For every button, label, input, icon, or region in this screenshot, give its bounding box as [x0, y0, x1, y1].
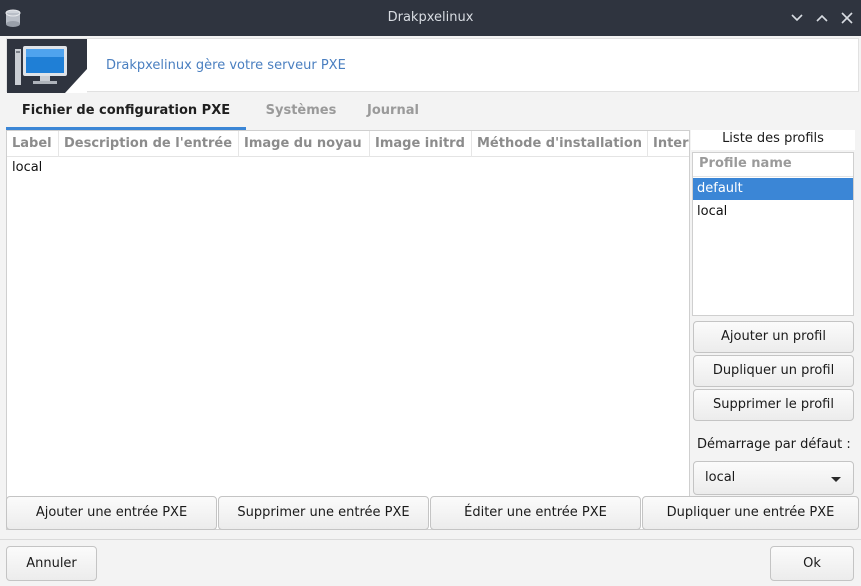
add-profile-button[interactable]: Ajouter un profil: [693, 321, 854, 353]
delete-pxe-entry-button[interactable]: Supprimer une entrée PXE: [218, 496, 429, 530]
header-subtitle: Drakpxelinux gère votre serveur PXE: [106, 58, 346, 73]
cancel-button[interactable]: Annuler: [6, 546, 97, 581]
table-header: Label Description de l'entrée Image du n…: [7, 131, 689, 157]
add-pxe-entry-button[interactable]: Ajouter une entrée PXE: [6, 496, 217, 530]
header-banner: Drakpxelinux gère votre serveur PXE: [6, 38, 859, 93]
default-boot-select[interactable]: local: [693, 461, 854, 495]
default-boot-value: local: [705, 470, 736, 485]
window-title: Drakpxelinux: [387, 10, 474, 25]
profiles-column-header[interactable]: Profile name: [693, 153, 853, 177]
tab-config-pxe[interactable]: Fichier de configuration PXE: [6, 96, 246, 130]
column-header-label[interactable]: Label: [7, 131, 59, 157]
maximize-chevron-icon[interactable]: [813, 9, 831, 27]
default-boot-label: Démarrage par défaut :: [697, 437, 851, 452]
delete-profile-button[interactable]: Supprimer le profil: [693, 389, 854, 421]
ok-button[interactable]: Ok: [770, 546, 854, 581]
computer-monitor-icon: [7, 39, 87, 93]
column-header-install-method[interactable]: Méthode d'installation: [472, 131, 648, 157]
close-icon[interactable]: [838, 9, 856, 27]
column-header-initrd[interactable]: Image initrd: [370, 131, 472, 157]
edit-pxe-entry-button[interactable]: Éditer une entrée PXE: [430, 496, 641, 530]
list-item[interactable]: local: [693, 201, 853, 223]
tab-journal[interactable]: Journal: [358, 96, 428, 130]
minimize-chevron-icon[interactable]: [788, 9, 806, 27]
column-header-description[interactable]: Description de l'entrée: [59, 131, 239, 157]
tab-systemes[interactable]: Systèmes: [258, 96, 344, 130]
list-item[interactable]: default: [693, 178, 853, 200]
duplicate-profile-button[interactable]: Dupliquer un profil: [693, 355, 854, 387]
dropdown-arrow-icon: [831, 477, 841, 482]
pxe-entries-table: Label Description de l'entrée Image du n…: [6, 130, 690, 530]
profiles-label: Liste des profils: [691, 130, 855, 150]
table-row[interactable]: local: [7, 159, 42, 179]
tab-bar: Fichier de configuration PXE Systèmes Jo…: [6, 96, 859, 130]
main-window: Drakpxelinux gère votre serveur PXE Fich…: [0, 36, 861, 586]
footer-separator: [0, 539, 861, 540]
column-header-interface[interactable]: Inter: [648, 131, 689, 157]
column-header-kernel[interactable]: Image du noyau: [239, 131, 370, 157]
profiles-list: Profile name default local: [692, 152, 854, 316]
duplicate-pxe-entry-button[interactable]: Dupliquer une entrée PXE: [642, 496, 859, 530]
title-bar: Drakpxelinux: [0, 0, 861, 36]
